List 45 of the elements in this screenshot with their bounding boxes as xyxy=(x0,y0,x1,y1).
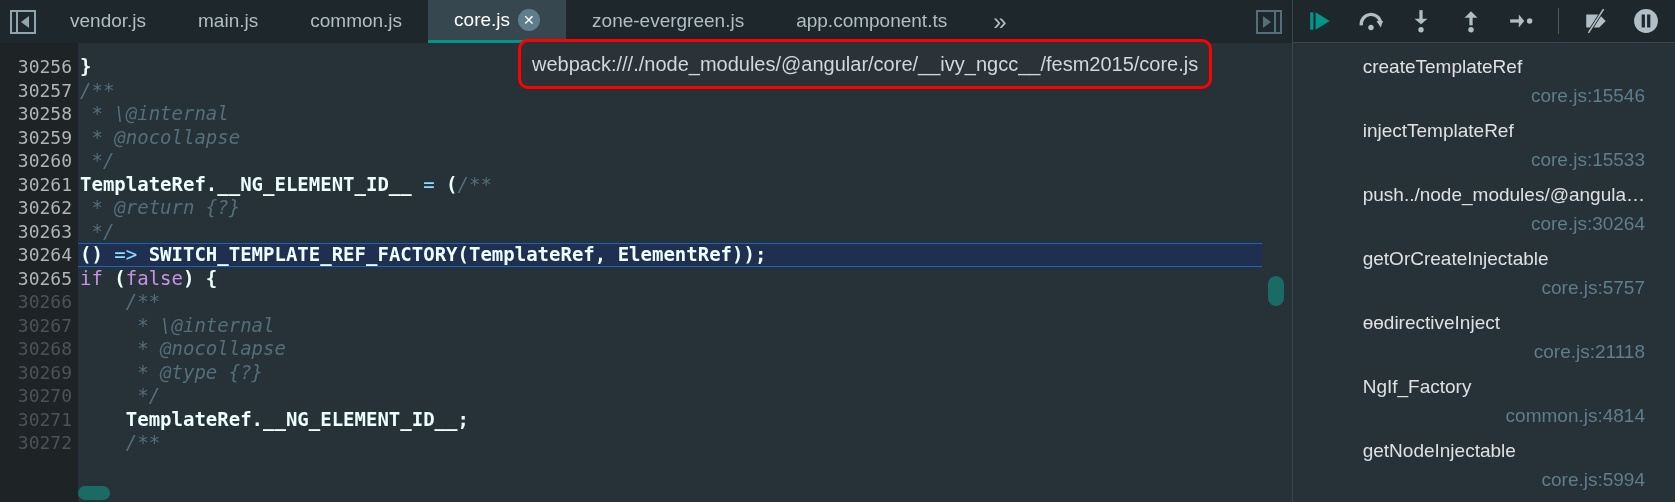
line-number: 30258 xyxy=(16,102,72,126)
code-line: */ xyxy=(136,384,161,408)
sidebar-toggle-icon[interactable] xyxy=(10,9,36,34)
code-line: */ xyxy=(90,149,115,173)
code-line: } xyxy=(79,55,92,79)
call-frame[interactable]: getOrCreateInjectable core.js:5757 xyxy=(1292,245,1645,309)
horizontal-scrollbar-thumb[interactable] xyxy=(78,486,110,500)
code-line: if (false) { xyxy=(79,266,218,290)
call-frame[interactable]: injectTemplateRef core.js:15533 xyxy=(1292,117,1645,181)
panel-toggle-icon[interactable] xyxy=(1255,9,1282,34)
call-frame[interactable]: push../node_modules/@angula… core.js:30264 xyxy=(1292,181,1645,245)
file-tab[interactable]: core.js ✕ xyxy=(428,0,567,43)
code-line: /** xyxy=(79,78,115,102)
call-frame[interactable]: createTemplateRef core.js:15546 xyxy=(1292,53,1645,117)
file-tab[interactable]: common.js xyxy=(284,0,429,43)
pause-icon[interactable] xyxy=(1632,8,1659,34)
vertical-scrollbar-thumb[interactable] xyxy=(1267,276,1284,306)
code-line: * @nocollapse xyxy=(90,125,241,149)
call-frame[interactable]: ɵɵdirectiveInject core.js:21118 xyxy=(1292,309,1645,373)
call-frame[interactable]: NgIf_Factory common.js:4814 xyxy=(1292,373,1645,437)
code-line: * @return {?} xyxy=(90,196,241,220)
code-line: * \@internal xyxy=(136,313,275,337)
line-number: 30262 xyxy=(16,196,72,220)
line-number: 30259 xyxy=(16,125,72,149)
line-number: 30264 xyxy=(16,243,72,267)
code-line: * \@internal xyxy=(90,102,229,126)
call-frame[interactable]: getNodeInjectable core.js:5994 xyxy=(1292,437,1645,501)
code-line: /** xyxy=(124,290,161,314)
code-line: */ xyxy=(90,219,115,243)
line-number: 30261 xyxy=(16,172,72,196)
more-tabs-button[interactable]: » xyxy=(993,3,1007,40)
code-line: TemplateRef.__NG_ELEMENT_ID__ = (/** xyxy=(79,172,492,196)
line-number: 30256 xyxy=(16,55,72,79)
line-number: 30263 xyxy=(16,219,72,243)
line-number: 30260 xyxy=(16,149,72,173)
close-tab-button[interactable]: ✕ xyxy=(518,9,541,31)
line-number: 30257 xyxy=(16,78,72,102)
file-path-tooltip: webpack:///./node_modules/@angular/core/__ivy_ngcc__/fesm2015/core.js xyxy=(518,39,1213,89)
code-line: * @type {?} xyxy=(136,360,264,384)
line-number: 30265 xyxy=(16,266,72,290)
file-tab[interactable]: main.js xyxy=(172,0,285,43)
code-line: TemplateRef.__NG_ELEMENT_ID__; xyxy=(124,407,469,431)
code-line: * @nocollapse xyxy=(136,337,286,361)
code-line: /** xyxy=(124,431,161,455)
file-tab[interactable]: vendor.js xyxy=(44,0,173,43)
